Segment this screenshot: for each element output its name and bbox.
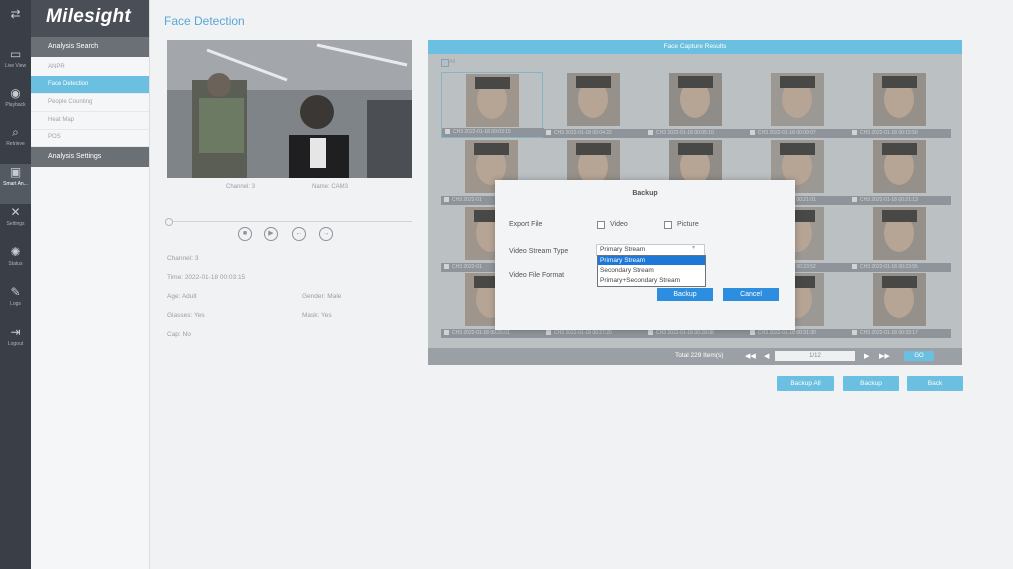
detail-channel: Channel: 3: [167, 255, 199, 262]
stop-icon[interactable]: ■: [238, 227, 252, 241]
next-page-icon[interactable]: ▶: [864, 352, 869, 360]
chevron-down-icon[interactable]: ▾: [692, 244, 695, 251]
play-icon[interactable]: ▶: [264, 227, 278, 241]
nav-label: Status: [8, 261, 23, 267]
nav-live-view[interactable]: ▭ Live View: [0, 46, 31, 86]
menu-item-anpr[interactable]: ANPR: [31, 59, 149, 77]
last-page-icon[interactable]: ▶▶: [879, 352, 890, 360]
menu-item-heat-map[interactable]: Heat Map: [31, 112, 149, 130]
file-format-label: Video File Format: [509, 272, 565, 279]
progress-handle[interactable]: [165, 218, 173, 226]
detail-age: Age: Adult: [167, 293, 197, 300]
back-button[interactable]: Back: [907, 376, 963, 391]
logs-icon: ✎: [10, 285, 21, 299]
nav-label: Live View: [4, 63, 27, 69]
nav-label: Logs: [10, 301, 21, 307]
video-name-label: Name: CAM3: [312, 184, 349, 190]
next-icon[interactable]: →: [319, 227, 333, 241]
nav-toggle[interactable]: ⇄: [0, 6, 31, 46]
nav-status[interactable]: ✺ Status: [0, 244, 31, 284]
settings-icon: ✕: [10, 205, 21, 219]
option-secondary-stream[interactable]: Secondary Stream: [598, 266, 705, 275]
playback-icon: ◉: [10, 86, 21, 100]
nav-smart-analysis[interactable]: ▣ Smart An...: [0, 164, 31, 204]
dialog-cancel-button[interactable]: Cancel: [723, 288, 779, 301]
nav-label: Logout: [7, 341, 24, 347]
nav-label: Smart An...: [3, 181, 28, 187]
first-page-icon[interactable]: ◀◀: [745, 352, 756, 360]
detail-time: Time: 2022-01-18 00:03:15: [167, 274, 246, 281]
video-frame: [167, 40, 412, 178]
menu-item-face-detection[interactable]: Face Detection: [31, 76, 149, 94]
nav-label: Settings: [6, 221, 25, 227]
video-channel-label: Channel: 3: [226, 184, 256, 190]
page-title: Face Detection: [164, 14, 245, 28]
stream-type-dropdown: Primary Stream Secondary Stream Primary+…: [597, 255, 706, 287]
video-checkbox[interactable]: [597, 221, 605, 229]
nav-retrieve[interactable]: ⌕ Retrieve: [0, 124, 31, 164]
stream-type-label: Video Stream Type: [509, 248, 569, 255]
option-primary-stream[interactable]: Primary Stream: [598, 256, 705, 265]
arrows-swap-icon: ⇄: [10, 7, 21, 21]
nav-label: Retrieve: [6, 141, 25, 147]
nav-label: Playback: [5, 102, 26, 108]
detail-gender: Gender: Male: [302, 293, 342, 300]
backup-all-button[interactable]: Backup All: [777, 376, 834, 391]
detail-glasses: Glasses: Yes: [167, 312, 205, 319]
dialog-backup-button[interactable]: Backup: [657, 288, 713, 301]
page-input[interactable]: 1/12: [775, 351, 855, 361]
dialog-title: Backup: [632, 190, 658, 197]
go-button[interactable]: GO: [904, 351, 934, 361]
backup-button[interactable]: Backup: [843, 376, 899, 391]
menu-section-analysis-settings[interactable]: Analysis Settings: [31, 147, 149, 167]
milesight-logo: Milesight: [46, 6, 132, 27]
nav-playback[interactable]: ◉ Playback: [0, 85, 31, 125]
picture-checkbox-label: Picture: [677, 221, 699, 228]
detail-mask: Mask: Yes: [302, 312, 332, 319]
menu-item-people-counting[interactable]: People Counting: [31, 94, 149, 112]
smart-analysis-icon: ▣: [9, 165, 22, 179]
export-file-label: Export File: [509, 221, 543, 228]
total-items: Total 229 Item(s): [675, 352, 724, 359]
camera-icon: ▭: [9, 47, 22, 61]
prev-page-icon[interactable]: ◀: [764, 352, 769, 360]
option-primary-secondary-stream[interactable]: Primary+Secondary Stream: [598, 276, 705, 285]
menu-section-analysis-search[interactable]: Analysis Search: [31, 37, 149, 57]
nav-settings[interactable]: ✕ Settings: [0, 204, 31, 244]
status-icon: ✺: [10, 245, 21, 259]
detail-cap: Cap: No: [167, 331, 191, 338]
video-preview[interactable]: [167, 40, 412, 178]
video-checkbox-label: Video: [610, 221, 628, 228]
previous-icon[interactable]: ←: [292, 227, 306, 241]
nav-logout[interactable]: ⇥ Logout: [0, 324, 31, 364]
results-header: Face Capture Results: [428, 40, 962, 54]
retrieve-icon: ⌕: [12, 125, 19, 139]
menu-item-pos[interactable]: POS: [31, 129, 149, 147]
picture-checkbox[interactable]: [664, 221, 672, 229]
logout-icon: ⇥: [10, 325, 21, 339]
nav-logs[interactable]: ✎ Logs: [0, 284, 31, 324]
playback-progress-bar[interactable]: [167, 221, 412, 222]
